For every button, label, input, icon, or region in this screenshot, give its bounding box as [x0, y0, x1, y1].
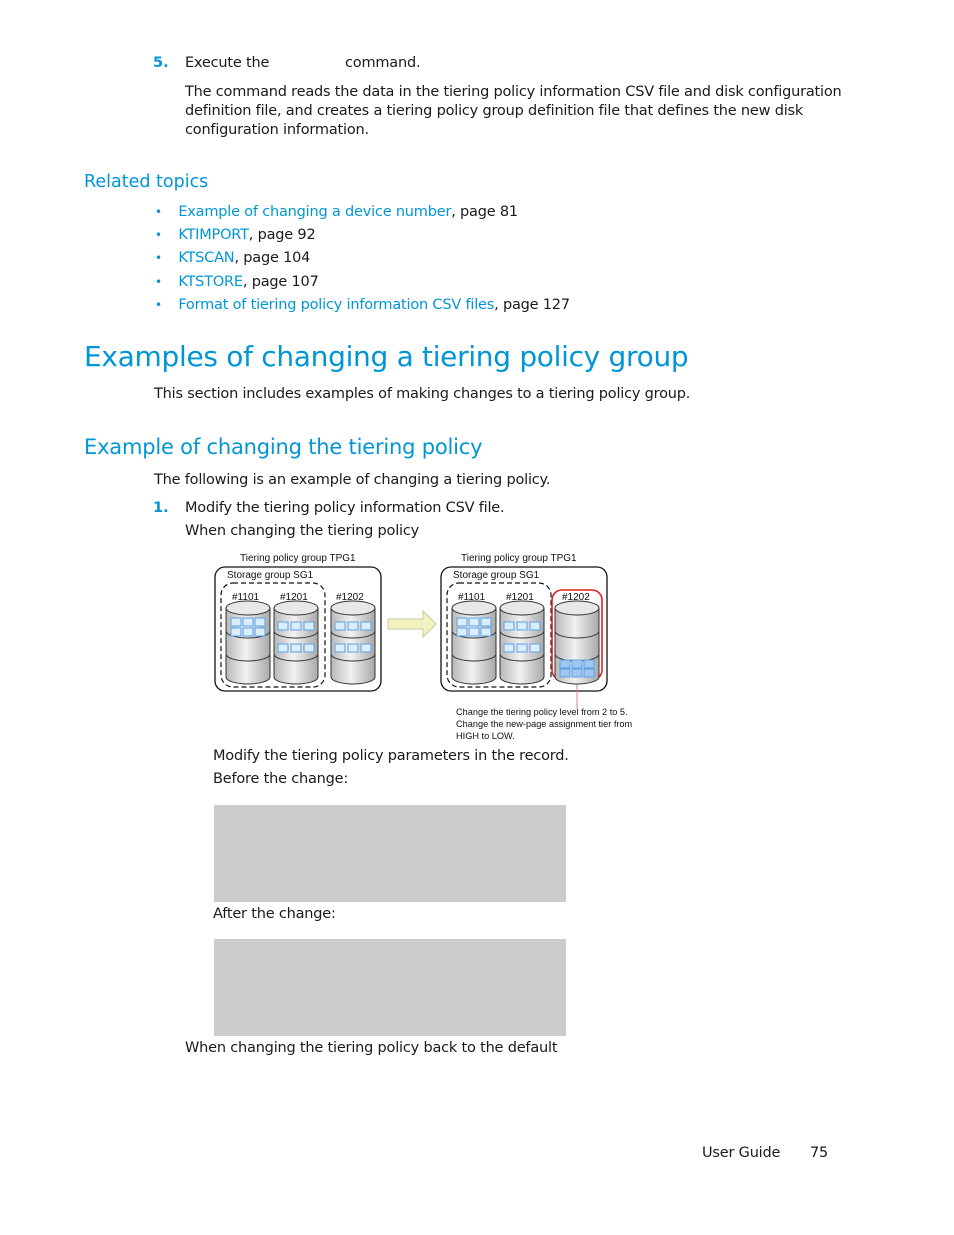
- page-block: [334, 643, 346, 653]
- step-text: Modify the tiering policy information CS…: [185, 500, 505, 516]
- page-block: [480, 627, 492, 637]
- page-block: [480, 617, 492, 627]
- page-block: [277, 621, 289, 631]
- group-label: Tiering policy group TPG1: [461, 553, 577, 564]
- volume-cylinder-1202: [554, 600, 600, 685]
- instruction-text: Modify the tiering policy parameters in …: [213, 748, 569, 764]
- volume-cylinder-1101: [451, 600, 497, 685]
- related-topics-heading: Related topics: [84, 172, 209, 192]
- page-block: [529, 621, 541, 631]
- bullet-icon: •: [155, 275, 162, 289]
- page-block: [347, 621, 359, 631]
- page-block: [503, 621, 515, 631]
- before-label: Before the change:: [213, 771, 349, 787]
- page-ref: , page 81: [451, 204, 518, 220]
- step-text-after: command.: [345, 55, 421, 71]
- annotation-text: HIGH to LOW.: [456, 731, 515, 741]
- page-ref: , page 107: [242, 274, 319, 290]
- page-ref: , page 127: [494, 297, 570, 313]
- related-topic-item: • KTSCAN, page 104: [155, 250, 310, 266]
- page-block: [254, 617, 266, 627]
- page-block: [571, 659, 583, 669]
- page-block: [303, 643, 315, 653]
- page-block: [242, 627, 254, 637]
- footer-label: User Guide: [702, 1145, 781, 1161]
- related-topic-link[interactable]: KTSTORE: [178, 274, 243, 290]
- page-block: [456, 617, 468, 627]
- page-block: [290, 621, 302, 631]
- tiering-policy-diagram: Tiering policy group TPG1 Storage group …: [205, 545, 665, 745]
- page-block: [347, 643, 359, 653]
- page-block: [303, 621, 315, 631]
- group-label: Tiering policy group TPG1: [240, 553, 356, 564]
- storage-group-label: Storage group SG1: [453, 570, 540, 581]
- volume-cylinder-1101: [225, 600, 271, 685]
- page-block: [360, 643, 372, 653]
- subsection-title: Example of changing the tiering policy: [84, 435, 483, 459]
- volume-cylinder-1202: [330, 600, 376, 685]
- step-number: 5.: [153, 55, 169, 71]
- related-topic-link[interactable]: Format of tiering policy information CSV…: [178, 297, 494, 313]
- volume-cylinder-1201: [273, 600, 319, 685]
- page-block: [277, 643, 289, 653]
- arrow-right-icon: [387, 609, 437, 639]
- subsection-intro: The following is an example of changing …: [154, 472, 551, 488]
- related-topic-link[interactable]: KTSCAN: [178, 250, 234, 266]
- related-topic-item: • Format of tiering policy information C…: [155, 297, 570, 313]
- code-block-after: [214, 939, 566, 1036]
- annotation-text: Change the tiering policy level from 2 t…: [456, 707, 628, 717]
- step-number: 1.: [153, 500, 169, 516]
- page-block: [516, 621, 528, 631]
- bullet-icon: •: [155, 251, 162, 265]
- related-topic-item: • KTIMPORT, page 92: [155, 227, 316, 243]
- bullet-icon: •: [155, 205, 162, 219]
- page-block: [468, 627, 480, 637]
- related-topic-item: • KTSTORE, page 107: [155, 274, 319, 290]
- page-block: [571, 668, 583, 678]
- page-block: [468, 617, 480, 627]
- page-block: [583, 668, 595, 678]
- case-label: When changing the tiering policy back to…: [185, 1040, 558, 1056]
- page-block: [230, 617, 242, 627]
- page-block: [230, 627, 242, 637]
- page-block: [360, 621, 372, 631]
- related-topic-link[interactable]: KTIMPORT: [178, 227, 249, 243]
- annotation-text: Change the new-page assignment tier from: [456, 719, 633, 729]
- page-ref: , page 92: [248, 227, 316, 243]
- section-title: Examples of changing a tiering policy gr…: [84, 340, 689, 373]
- step-text-before: Execute the: [185, 55, 270, 71]
- after-label: After the change:: [213, 906, 336, 922]
- related-topic-item: • Example of changing a device number, p…: [155, 204, 518, 220]
- step-description-line: definition file, and creates a tiering p…: [185, 103, 804, 119]
- page-ref: , page 104: [234, 250, 311, 266]
- related-topic-link[interactable]: Example of changing a device number: [178, 204, 451, 220]
- storage-group-label: Storage group SG1: [227, 570, 314, 581]
- page-block: [254, 627, 266, 637]
- page-block: [516, 643, 528, 653]
- section-intro: This section includes examples of making…: [154, 386, 691, 402]
- page-block: [583, 659, 595, 669]
- page-block: [559, 668, 571, 678]
- page-block: [334, 621, 346, 631]
- page-block: [529, 643, 541, 653]
- volume-cylinder-1201: [499, 600, 545, 685]
- bullet-icon: •: [155, 298, 162, 312]
- page-block: [503, 643, 515, 653]
- page-block: [290, 643, 302, 653]
- bullet-icon: •: [155, 228, 162, 242]
- case-label: When changing the tiering policy: [185, 523, 420, 539]
- page-block: [559, 659, 571, 669]
- page-block: [456, 627, 468, 637]
- code-block-before: [214, 805, 566, 902]
- step-description-line: configuration information.: [185, 122, 369, 138]
- step-description-line: The command reads the data in the tierin…: [185, 84, 842, 100]
- page-block: [242, 617, 254, 627]
- page-number: 75: [810, 1145, 829, 1161]
